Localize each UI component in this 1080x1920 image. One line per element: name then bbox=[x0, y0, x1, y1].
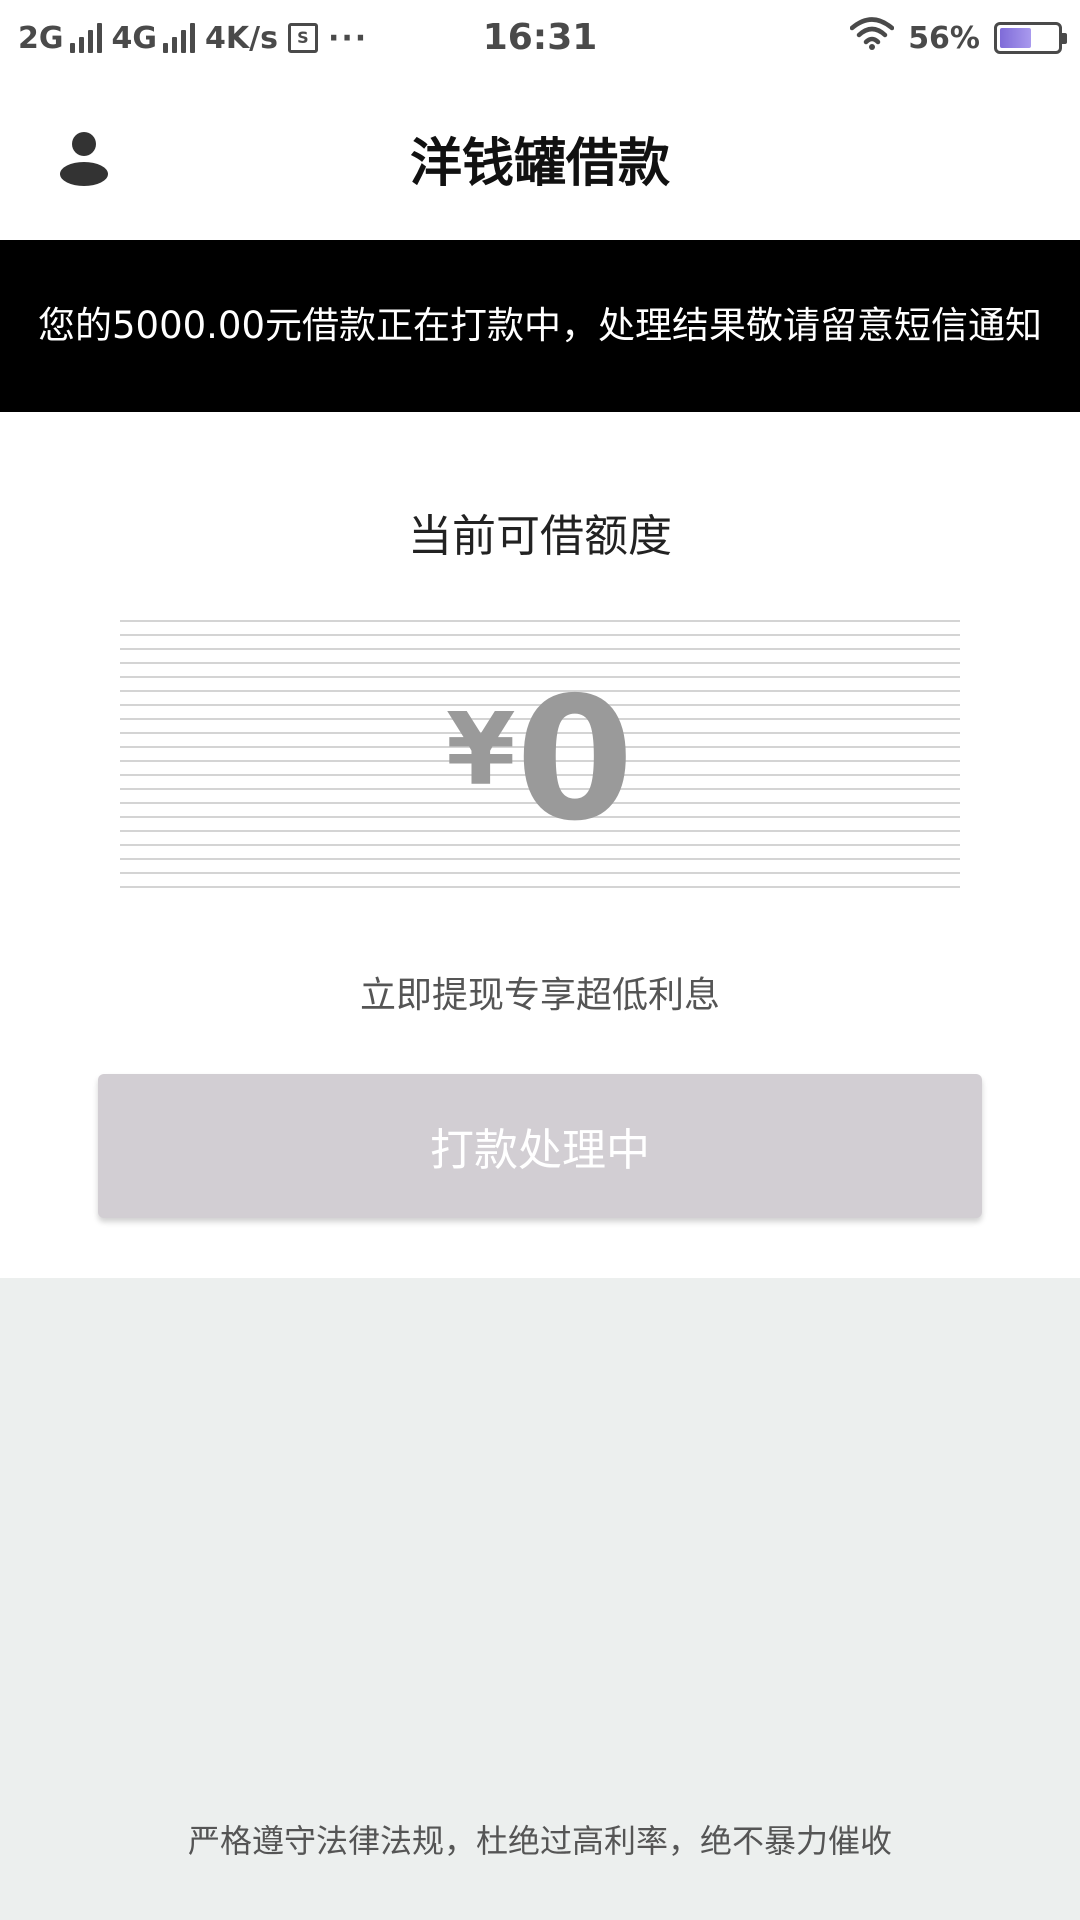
more-notifications-icon: ··· bbox=[327, 20, 369, 56]
compliance-footer-text: 严格遵守法律法规，杜绝过高利率，绝不暴力催收 bbox=[187, 1822, 892, 1860]
processing-button[interactable]: 打款处理中 bbox=[98, 1074, 982, 1218]
credit-amount-value: 0 bbox=[515, 661, 634, 859]
network-4g-label: 4G bbox=[111, 20, 158, 56]
user-profile-icon[interactable] bbox=[58, 130, 110, 186]
credit-amount-panel: ¥ 0 bbox=[120, 620, 960, 900]
battery-icon bbox=[994, 22, 1067, 54]
network-2g-label: 2G bbox=[18, 20, 64, 56]
network-speed: 4K/s bbox=[205, 20, 278, 56]
sim-card-icon: S bbox=[287, 23, 318, 53]
signal-bars-icon bbox=[69, 23, 102, 53]
signal-bars-icon bbox=[163, 23, 195, 53]
currency-symbol: ¥ bbox=[446, 691, 516, 808]
status-bar: 2G 4G 4K/s S ··· 16:31 56% bbox=[0, 0, 1080, 76]
app-screen: 2G 4G 4K/s S ··· 16:31 56% 洋钱罐借款 您的5000.… bbox=[0, 0, 1080, 1920]
notice-text: 您的5000.00元借款正在打款中，处理结果敬请留意短信通知 bbox=[37, 304, 1042, 347]
loan-status-notice: 您的5000.00元借款正在打款中，处理结果敬请留意短信通知 bbox=[0, 240, 1080, 412]
network-2g: 2G bbox=[18, 21, 102, 56]
status-bar-right: 56% bbox=[849, 17, 1067, 59]
credit-amount: ¥ 0 bbox=[446, 670, 634, 850]
status-bar-left: 2G 4G 4K/s S ··· bbox=[18, 21, 368, 56]
app-header: 洋钱罐借款 bbox=[0, 76, 1080, 240]
page-title: 洋钱罐借款 bbox=[409, 133, 670, 194]
battery-percent: 56% bbox=[908, 20, 980, 56]
credit-limit-label: 当前可借额度 bbox=[408, 511, 672, 562]
battery-level bbox=[1000, 28, 1032, 48]
bottom-area: 严格遵守法律法规，杜绝过高利率，绝不暴力催收 bbox=[0, 1278, 1080, 1920]
network-4g: 4G bbox=[111, 20, 195, 56]
promo-text: 立即提现专享超低利息 bbox=[359, 975, 720, 1016]
wifi-icon bbox=[849, 17, 895, 59]
processing-button-label: 打款处理中 bbox=[430, 1125, 650, 1176]
